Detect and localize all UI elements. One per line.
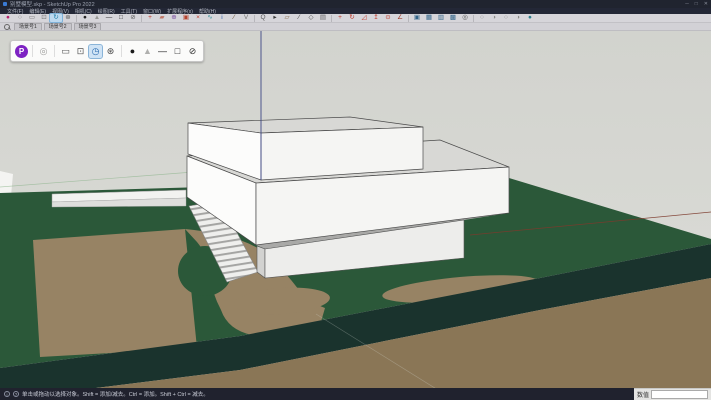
toolbar-separator bbox=[54, 45, 55, 57]
toolbar-separator bbox=[254, 15, 255, 22]
toggle-lights-icon[interactable]: ⊘ bbox=[186, 45, 199, 58]
status-hint-area: i ? 单击或拖动以选择对象。Shift = 添加/减去。Ctrl = 添加。S… bbox=[0, 388, 634, 400]
area-rect-icon[interactable]: □ bbox=[115, 14, 127, 22]
render-preview-icon[interactable]: ◎ bbox=[37, 45, 50, 58]
scene-tab-1[interactable]: 场景号2 bbox=[44, 23, 72, 30]
snapshot-icon[interactable]: ⊡ bbox=[74, 45, 87, 58]
camera-view-icon[interactable]: ▭ bbox=[26, 14, 38, 22]
component-edit-icon[interactable]: ▩ bbox=[447, 14, 459, 22]
search-icon[interactable]: Q bbox=[257, 14, 269, 22]
measurement-input[interactable] bbox=[651, 390, 708, 399]
measurement-label: 数值 bbox=[637, 390, 649, 399]
main-toolbar: ●○▭⊡↻⊛●▲—□⊘+▰⊕▣×∿i∕VQ▸▱∕◇▤+↻◿↥⊙∠▣▦▥▩◎○◑○… bbox=[0, 14, 711, 23]
move-icon[interactable]: + bbox=[144, 14, 156, 22]
scene-tab-0[interactable]: 场景号1 bbox=[14, 23, 42, 30]
component-library-icon[interactable]: ▦ bbox=[423, 14, 435, 22]
hide-lights-icon[interactable]: ⊘ bbox=[127, 14, 139, 22]
delete-icon[interactable]: × bbox=[192, 14, 204, 22]
orbit-icon[interactable]: ↻ bbox=[50, 14, 62, 22]
eraser-dropdown-icon[interactable]: ▱ bbox=[281, 14, 293, 22]
zoom-icon[interactable]: ⊕ bbox=[168, 14, 180, 22]
styles-dropdown-icon[interactable]: ◎ bbox=[459, 14, 471, 22]
toolbar-separator bbox=[141, 15, 142, 22]
area-light-icon[interactable]: □ bbox=[171, 45, 184, 58]
measurement-area: 数值 bbox=[634, 388, 711, 400]
toolbar-separator bbox=[76, 15, 77, 22]
sketchup-window: 别墅模型.skp - SketchUp Pro 2022 ─ □ ✕ 文件(F)… bbox=[0, 0, 711, 400]
panel-dropdown-icon[interactable]: ▤ bbox=[317, 14, 329, 22]
entity-info-icon[interactable]: i bbox=[216, 14, 228, 22]
eraser-icon[interactable]: ▰ bbox=[156, 14, 168, 22]
status-bar: i ? 单击或拖动以选择对象。Shift = 添加/减去。Ctrl = 添加。S… bbox=[0, 388, 711, 400]
point-light-icon[interactable]: ● bbox=[79, 14, 91, 22]
follow-me-icon[interactable]: ∿ bbox=[204, 14, 216, 22]
component-swap-icon[interactable]: ▥ bbox=[435, 14, 447, 22]
toolbar-separator bbox=[32, 45, 33, 57]
maximize-button[interactable]: □ bbox=[695, 1, 698, 7]
settings-gear-icon[interactable]: ⊛ bbox=[62, 14, 74, 22]
close-button[interactable]: ✕ bbox=[704, 1, 708, 7]
offset-tool-icon[interactable]: ⊙ bbox=[382, 14, 394, 22]
line-light-icon[interactable]: — bbox=[156, 45, 169, 58]
spot-light-icon[interactable]: ▲ bbox=[141, 45, 154, 58]
tier1-left-face[interactable] bbox=[257, 246, 265, 278]
toolbar-separator bbox=[408, 15, 409, 22]
omni-light-icon[interactable]: ● bbox=[126, 45, 139, 58]
style-sphere-icon[interactable]: ● bbox=[2, 14, 14, 22]
render-options-icon[interactable]: ⊛ bbox=[104, 45, 117, 58]
push-pull-icon[interactable]: ↥ bbox=[370, 14, 382, 22]
fog-toggle-icon[interactable]: ○ bbox=[500, 14, 512, 22]
app-icon bbox=[3, 2, 7, 6]
podium-render-icon[interactable]: P bbox=[15, 45, 28, 58]
shadow-toggle-icon[interactable]: ○ bbox=[476, 14, 488, 22]
render-plugin-toolbar: P ◎ ▭⊡◷⊛ ●▲—□⊘ bbox=[10, 40, 204, 62]
toolbar-separator bbox=[331, 15, 332, 22]
selection-box-icon[interactable]: ▣ bbox=[180, 14, 192, 22]
move-tool-icon[interactable]: + bbox=[334, 14, 346, 22]
select-arrow-icon[interactable]: ▸ bbox=[269, 14, 281, 22]
scene-tab-bar: 场景号1场景号2场景号3 bbox=[0, 23, 711, 31]
animation-icon[interactable]: ▭ bbox=[59, 45, 72, 58]
line-light-icon[interactable]: — bbox=[103, 14, 115, 22]
scale-tool-icon[interactable]: ◿ bbox=[358, 14, 370, 22]
axes-icon[interactable]: V bbox=[240, 14, 252, 22]
tape-measure-icon[interactable]: ∠ bbox=[394, 14, 406, 22]
rotate-tool-icon[interactable]: ↻ bbox=[346, 14, 358, 22]
section-toggle-icon[interactable]: ◑ bbox=[512, 14, 524, 22]
toolbar-separator bbox=[473, 15, 474, 22]
geolocation-icon[interactable]: i bbox=[4, 391, 10, 397]
shapes-dropdown-icon[interactable]: ◇ bbox=[305, 14, 317, 22]
search-icon[interactable] bbox=[4, 24, 10, 30]
pen-dropdown-icon[interactable]: ∕ bbox=[293, 14, 305, 22]
orbit-ring-icon[interactable]: ○ bbox=[14, 14, 26, 22]
pencil-icon[interactable]: ∕ bbox=[228, 14, 240, 22]
minimize-button[interactable]: ─ bbox=[685, 1, 689, 7]
shadow-settings-icon[interactable]: ◑ bbox=[488, 14, 500, 22]
help-icon[interactable]: ? bbox=[13, 391, 19, 397]
status-hint-text: 单击或拖动以选择对象。Shift = 添加/减去。Ctrl = 添加。Shift… bbox=[22, 390, 209, 398]
camera-photo-icon[interactable]: ⊡ bbox=[38, 14, 50, 22]
toolbar-separator bbox=[121, 45, 122, 57]
brown-courtyard[interactable] bbox=[33, 229, 197, 357]
spot-cone-icon[interactable]: ▲ bbox=[91, 14, 103, 22]
model-viewport[interactable] bbox=[0, 31, 711, 388]
scene-tab-2[interactable]: 场景号3 bbox=[74, 23, 102, 30]
live-sync-icon[interactable]: ◷ bbox=[89, 45, 102, 58]
geo-location-icon[interactable]: ● bbox=[524, 14, 536, 22]
component-make-icon[interactable]: ▣ bbox=[411, 14, 423, 22]
